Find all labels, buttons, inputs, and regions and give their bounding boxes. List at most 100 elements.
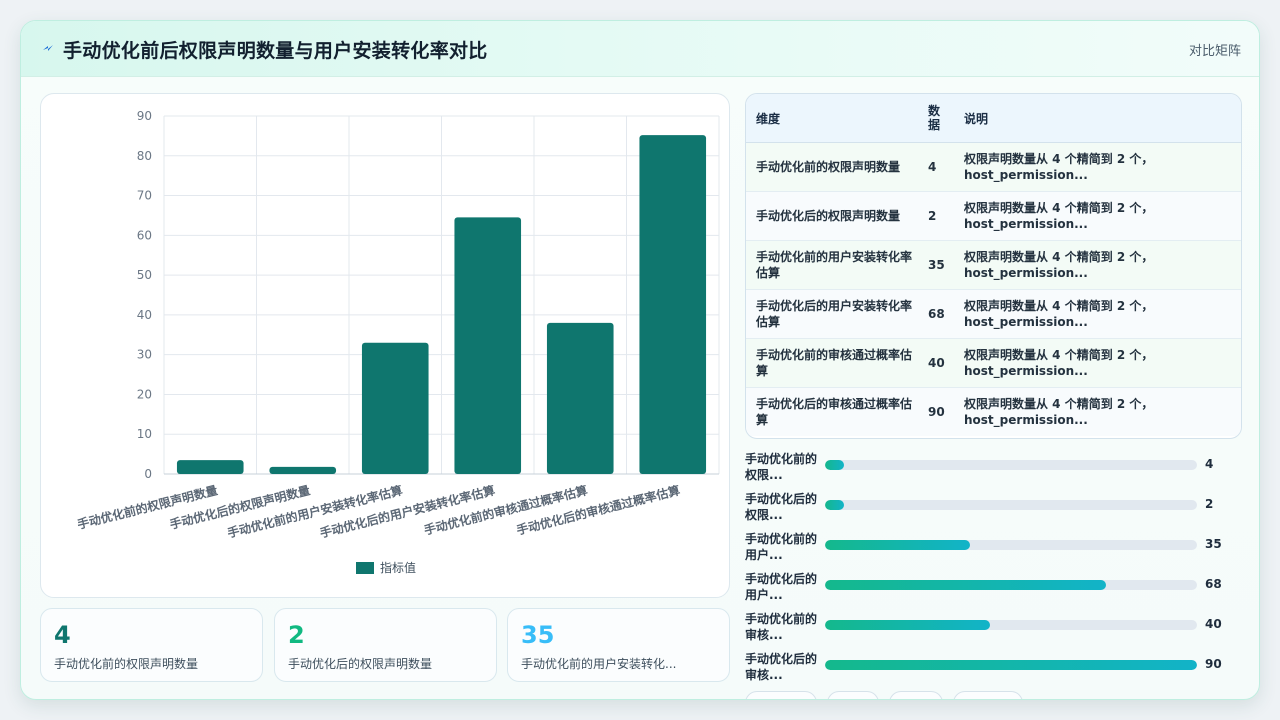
- y-tick-label: 30: [137, 348, 152, 362]
- y-tick-label: 40: [137, 308, 152, 322]
- table-cell-description: 权限声明数量从 4 个精简到 2 个，host_permission...: [954, 289, 1241, 339]
- table-row: 手动优化后的权限声明数量 2 权限声明数量从 4 个精简到 2 个，host_per…: [746, 191, 1241, 241]
- kpi-value: 4: [54, 621, 71, 649]
- progress-fill: [825, 500, 844, 510]
- table-cell-description: 权限声明数量从 4 个精简到 2 个，host_permission...: [954, 240, 1241, 290]
- dashboard-card: 手动优化前后权限声明数量与用户安装转化率对比 对比矩阵 0 10 20 30 40 50 6…: [20, 20, 1260, 700]
- progress-value: 4: [1205, 457, 1214, 471]
- table-cell-description: 权限声明数量从 4 个精简到 2 个，host_permission...: [954, 387, 1241, 436]
- table-row: 手动优化后的用户安装转化率估算 68 权限声明数量从 4 个精简到 2 个，host…: [746, 289, 1241, 339]
- bar: [269, 466, 337, 474]
- bar-chart: 0102030405060708090手动优化前的权限声明数量手动优化后的权限声…: [76, 109, 720, 575]
- table-cell-dimension: 手动优化前的权限声明数量: [746, 142, 922, 192]
- filter-pill[interactable]: [953, 691, 1023, 699]
- filter-pills: [745, 691, 1240, 699]
- table-row: 手动优化后的审核通过概率估算 90 权限声明数量从 4 个精简到 2 个，host_…: [746, 387, 1241, 436]
- bar-chart-panel: 0 10 20 30 40 50 60 70 80 90 手动优化前的权限声明数量 手动优化后的权限声…: [40, 93, 730, 598]
- progress-label: 手动优化后的用户...: [745, 572, 818, 602]
- filter-pill[interactable]: [889, 691, 943, 699]
- table-cell-dimension: 手动优化后的审核通过概率估算: [746, 387, 922, 436]
- kpi-label: 手动优化前的权限声明数量: [54, 657, 199, 671]
- data-table-panel: 维度 数据 说明 手动优化前的权限声明数量 4 权限声明数量从 4 个精简到 2 个…: [745, 93, 1242, 439]
- progress-label: 手动优化前的审核...: [745, 612, 818, 642]
- progress-fill: [825, 460, 844, 470]
- table-cell-value: 35: [922, 240, 954, 290]
- progress-fill: [825, 540, 970, 550]
- progress-value: 2: [1205, 497, 1214, 511]
- table-row: 手动优化前的权限声明数量 4 权限声明数量从 4 个精简到 2 个，host_per…: [746, 142, 1241, 192]
- table-header-row: 维度 数据 说明: [746, 94, 1241, 143]
- bar: [546, 322, 614, 474]
- progress-track: [825, 580, 1197, 590]
- legend-label: 指标值: [380, 560, 416, 575]
- progress-fill: [825, 660, 1197, 670]
- progress-label: 手动优化前的用户...: [745, 532, 818, 562]
- progress-track: [825, 620, 1197, 630]
- table-row: 手动优化前的用户安装转化率估算 35 权限声明数量从 4 个精简到 2 个，host…: [746, 240, 1241, 290]
- table-cell-description: 权限声明数量从 4 个精简到 2 个，host_permission...: [954, 191, 1241, 241]
- progress-track: [825, 460, 1197, 470]
- progress-value: 90: [1205, 657, 1222, 671]
- kpi-card: 2 手动优化后的权限声明数量: [274, 608, 497, 682]
- progress-track: [825, 540, 1197, 550]
- table-row: 手动优化前的审核通过概率估算 40 权限声明数量从 4 个精简到 2 个，host_…: [746, 338, 1241, 388]
- data-table: 维度 数据 说明 手动优化前的权限声明数量 4 权限声明数量从 4 个精简到 2 个…: [746, 94, 1241, 436]
- bar: [361, 342, 429, 474]
- table-cell-dimension: 手动优化后的权限声明数量: [746, 191, 922, 241]
- kpi-value: 35: [521, 621, 555, 649]
- progress-label: 手动优化前的权限...: [745, 452, 818, 482]
- legend-swatch: [356, 562, 374, 574]
- progress-row: 手动优化前的审核... 40: [745, 611, 1240, 651]
- progress-row: 手动优化后的用户... 68: [745, 571, 1240, 611]
- kpi-value: 2: [288, 621, 305, 649]
- y-tick-label: 20: [137, 387, 152, 401]
- column-header-dimension: 维度: [746, 94, 922, 143]
- column-header-description: 说明: [954, 94, 1241, 143]
- table-cell-dimension: 手动优化后的用户安装转化率估算: [746, 289, 922, 339]
- y-tick-label: 0: [144, 467, 152, 481]
- y-tick-label: 10: [137, 427, 152, 441]
- page-title: 手动优化前后权限声明数量与用户安装转化率对比: [63, 40, 488, 62]
- progress-track: [825, 500, 1197, 510]
- progress-track: [825, 660, 1197, 670]
- progress-label: 手动优化后的审核...: [745, 652, 818, 682]
- table-cell-value: 40: [922, 338, 954, 388]
- kpi-label: 手动优化后的权限声明数量: [288, 657, 433, 671]
- progress-fill: [825, 620, 991, 630]
- kpi-card: 4 手动优化前的权限声明数量: [40, 608, 263, 682]
- table-cell-value: 2: [922, 191, 954, 241]
- progress-label: 手动优化后的权限...: [745, 492, 818, 522]
- progress-fill: [825, 580, 1107, 590]
- progress-value: 40: [1205, 617, 1222, 631]
- y-tick-label: 60: [137, 228, 152, 242]
- table-cell-description: 权限声明数量从 4 个精简到 2 个，host_permission...: [954, 142, 1241, 192]
- bar: [176, 460, 244, 474]
- progress-row: 手动优化后的审核... 90: [745, 651, 1240, 691]
- view-tag[interactable]: 对比矩阵: [1189, 40, 1241, 59]
- x-tick-label: 手动优化前的审核通过概率估算: [422, 482, 589, 537]
- y-tick-label: 70: [137, 189, 152, 203]
- progress-row: 手动优化后的权限... 2: [745, 491, 1240, 531]
- kpi-label: 手动优化前的用户安装转化...: [521, 657, 677, 671]
- table-cell-value: 68: [922, 289, 954, 339]
- header: 手动优化前后权限声明数量与用户安装转化率对比 对比矩阵: [21, 21, 1259, 77]
- kpi-card: 35 手动优化前的用户安装转化...: [507, 608, 730, 682]
- y-tick-label: 50: [137, 268, 152, 282]
- bar: [639, 135, 707, 475]
- bar: [454, 217, 522, 474]
- table-cell-description: 权限声明数量从 4 个精简到 2 个，host_permission...: [954, 338, 1241, 388]
- progress-value: 35: [1205, 537, 1222, 551]
- progress-row: 手动优化前的用户... 35: [745, 531, 1240, 571]
- x-tick-label: 手动优化后的审核通过概率估算: [515, 482, 682, 537]
- lightning-icon: [43, 45, 53, 51]
- filter-pill[interactable]: [827, 691, 879, 699]
- column-header-data: 数据: [922, 94, 954, 143]
- table-cell-dimension: 手动优化前的用户安装转化率估算: [746, 240, 922, 290]
- filter-pill[interactable]: [745, 691, 817, 699]
- table-cell-dimension: 手动优化前的审核通过概率估算: [746, 338, 922, 388]
- table-cell-value: 4: [922, 142, 954, 192]
- progress-row: 手动优化前的权限... 4: [745, 451, 1240, 491]
- progress-value: 68: [1205, 577, 1222, 591]
- y-tick-label: 90: [137, 109, 152, 123]
- y-tick-label: 80: [137, 149, 152, 163]
